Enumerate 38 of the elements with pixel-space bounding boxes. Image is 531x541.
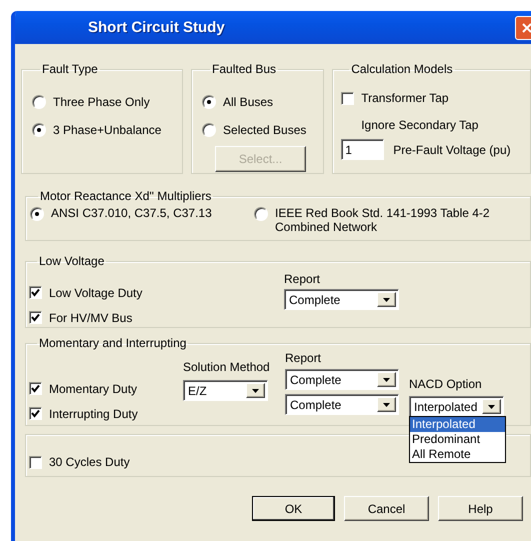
checkbox-label: For HV/MV Bus bbox=[49, 310, 132, 324]
report-dropdown[interactable]: Complete bbox=[285, 394, 399, 415]
checkbox-label: Interrupting Duty bbox=[49, 406, 138, 420]
group-label: Motor Reactance Xd'' Multipliers bbox=[39, 189, 212, 203]
group-label: Faulted Bus bbox=[211, 62, 278, 76]
group-label: Calculation Models bbox=[350, 62, 454, 76]
checkbox-label: Low Voltage Duty bbox=[49, 286, 142, 300]
radio-label: Selected Buses bbox=[223, 123, 306, 137]
report-dropdown[interactable]: Complete bbox=[284, 289, 399, 310]
dropdown-option[interactable]: All Remote bbox=[410, 447, 505, 462]
dialog-button[interactable]: Cancel bbox=[344, 496, 429, 521]
group-label: Low Voltage bbox=[38, 254, 106, 268]
report-dropdown[interactable]: Complete bbox=[285, 369, 399, 390]
group-label: Fault Type bbox=[41, 62, 99, 76]
radio-label: ANSI C37.010, C37.5, C37.13 bbox=[51, 206, 212, 220]
checkbox-label: Transformer Tap bbox=[361, 91, 449, 105]
field-label: NACD Option bbox=[409, 377, 483, 391]
voltage-input[interactable]: 1 bbox=[341, 139, 384, 160]
nacd-dropdown[interactable]: Interpolated bbox=[409, 396, 504, 417]
radio-label: IEEE Red Book Std. 141-1993 Table 4-2 bbox=[275, 206, 490, 220]
dropdown-option[interactable]: Interpolated bbox=[410, 417, 505, 432]
method-dropdown[interactable]: E/Z bbox=[183, 380, 268, 401]
dialog-button[interactable]: OK bbox=[252, 496, 335, 521]
window-title: Short Circuit Study bbox=[88, 19, 226, 36]
field-label: Report bbox=[285, 351, 322, 365]
option-note: Ignore Secondary Tap bbox=[361, 118, 480, 132]
radio-label: Combined Network bbox=[275, 220, 378, 234]
radio-label: All Buses bbox=[223, 95, 274, 109]
checkbox-label: Momentary Duty bbox=[49, 382, 138, 396]
dialog-button[interactable]: Help bbox=[438, 496, 523, 521]
field-label: Pre-Fault Voltage (pu) bbox=[393, 142, 511, 156]
radio-label: Three Phase Only bbox=[53, 95, 150, 109]
radio-label: 3 Phase+Unbalance bbox=[53, 123, 162, 137]
field-label: Solution Method bbox=[183, 360, 271, 374]
dropdown-option[interactable]: Predominant bbox=[410, 432, 505, 447]
field-label: Report bbox=[284, 272, 322, 286]
group-label: Momentary and Interrupting bbox=[38, 336, 188, 350]
checkbox-label: 30 Cycles Duty bbox=[49, 455, 130, 469]
